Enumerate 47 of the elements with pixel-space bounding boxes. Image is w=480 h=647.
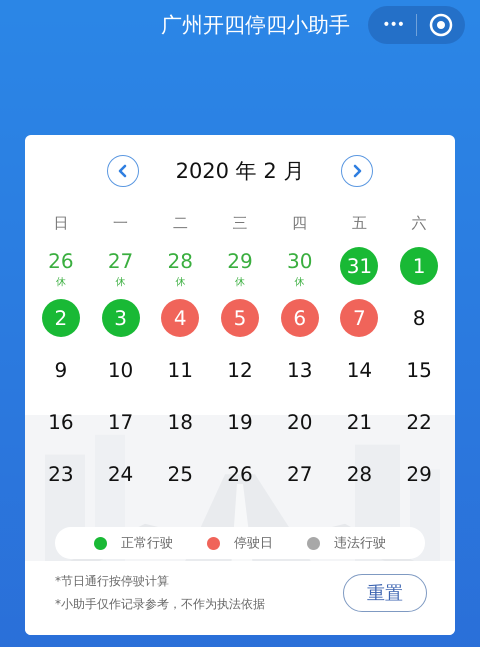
more-button[interactable]: ••• xyxy=(382,17,404,33)
weekday-label: 三 xyxy=(232,214,248,233)
rest-note: 休 xyxy=(56,276,66,289)
calendar-day[interactable]: 25 xyxy=(168,455,193,493)
calendar-day[interactable]: 20 xyxy=(286,403,312,441)
calendar-day[interactable]: 21 xyxy=(346,403,372,441)
calendar-day[interactable]: 27 xyxy=(286,455,312,493)
month-title: 2020 年 2 月 xyxy=(174,158,306,185)
calendar-day[interactable]: 10 xyxy=(108,351,134,389)
app-title: 广州开四停四小助手 xyxy=(161,12,350,39)
calendar-day[interactable]: 8 xyxy=(412,299,426,337)
calendar-day[interactable]: 24 xyxy=(108,455,134,493)
weekday-label: 一 xyxy=(113,214,128,233)
previous-month-button[interactable] xyxy=(107,155,139,187)
weekday-label: 日 xyxy=(53,214,68,233)
reset-button[interactable]: 重置 xyxy=(343,574,427,612)
rest-note: 休 xyxy=(234,276,245,289)
legend-label: 违法行驶 xyxy=(334,535,386,552)
chevron-left-icon xyxy=(117,164,129,178)
calendar-day[interactable]: 11 xyxy=(168,351,193,389)
weekday-label: 二 xyxy=(172,214,188,233)
calendar-day[interactable]: 23 xyxy=(48,455,74,493)
chevron-right-icon xyxy=(351,164,363,178)
calendar-day[interactable]: 26 xyxy=(227,455,253,493)
rest-note: 休 xyxy=(294,276,305,289)
calendar-day[interactable]: 16 xyxy=(48,403,74,441)
calendar-day[interactable]: 14 xyxy=(346,351,372,389)
calendar-day[interactable]: 9 xyxy=(54,351,68,389)
calendar-day[interactable]: 22 xyxy=(406,403,432,441)
calendar-day[interactable]: 15 xyxy=(406,351,432,389)
footnote: *节日通行按停驶计算 xyxy=(55,573,170,590)
calendar-day[interactable]: 19 xyxy=(227,403,253,441)
calendar-day[interactable]: 29 xyxy=(406,455,432,493)
calendar-day[interactable]: 28 xyxy=(346,455,372,493)
calendar-day[interactable]: 17 xyxy=(108,403,134,441)
footnote: *小助手仅作记录参考，不作为执法依据 xyxy=(55,596,265,613)
legend-label: 停驶日 xyxy=(234,535,273,552)
legend-label: 正常行驶 xyxy=(121,535,173,552)
calendar-day[interactable]: 18 xyxy=(168,403,193,441)
calendar-day[interactable]: 13 xyxy=(286,351,312,389)
next-month-button[interactable] xyxy=(341,155,373,187)
rest-note: 休 xyxy=(116,276,126,289)
weekday-label: 六 xyxy=(412,214,427,233)
rest-note: 休 xyxy=(175,276,186,289)
weekday-label: 五 xyxy=(352,214,367,233)
calendar-day[interactable]: 12 xyxy=(227,351,253,389)
weekday-label: 四 xyxy=(292,214,308,233)
